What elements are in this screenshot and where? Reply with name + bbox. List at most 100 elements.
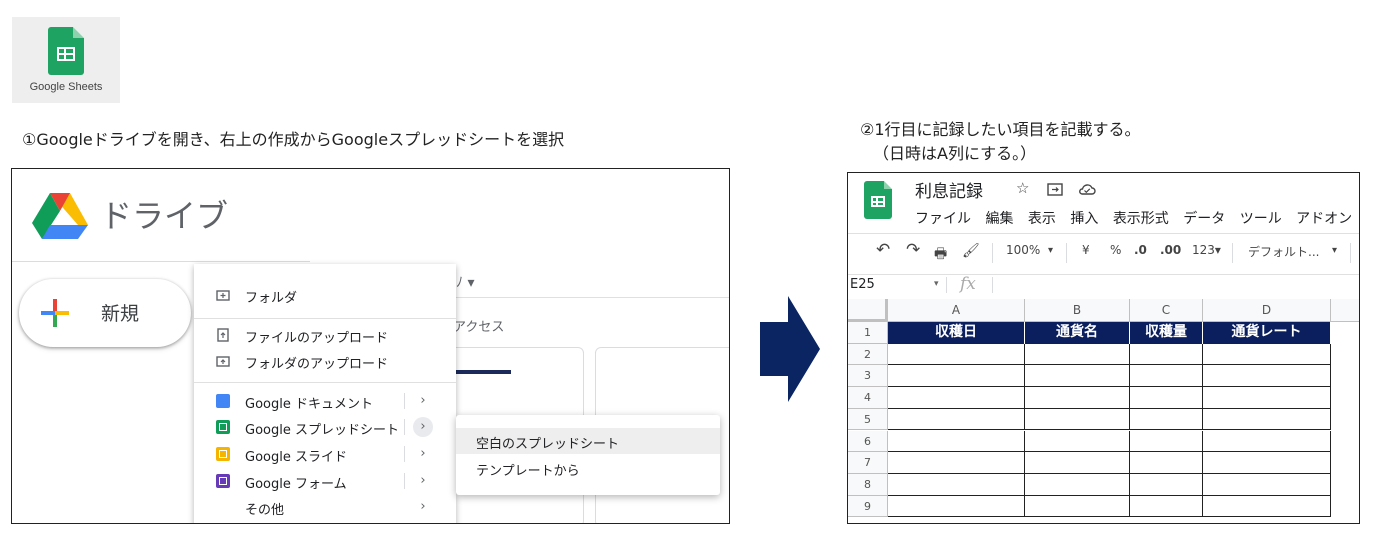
row-header-5[interactable]: 5 — [848, 408, 888, 431]
grid-cell[interactable] — [1025, 365, 1130, 388]
grid-cell[interactable] — [1130, 343, 1203, 366]
row-header-6[interactable]: 6 — [848, 430, 888, 453]
grid-cell[interactable] — [1203, 473, 1331, 496]
menu-item-file-upload[interactable]: ファイルのアップロード — [194, 322, 456, 348]
grid-cell[interactable] — [1025, 473, 1130, 496]
menu-insert[interactable]: 挿入 — [1070, 211, 1098, 227]
grid-cell[interactable] — [1130, 495, 1203, 518]
grid-cell[interactable] — [1130, 473, 1203, 496]
paint-format-icon[interactable]: 🖌 — [962, 243, 980, 259]
submenu-from-template[interactable]: テンプレートから — [456, 455, 720, 481]
grid-cell[interactable] — [1025, 430, 1130, 453]
menu-edit[interactable]: 編集 — [985, 211, 1013, 227]
row-header-8[interactable]: 8 — [848, 473, 888, 496]
folder-upload-icon — [216, 356, 230, 367]
grid-cell[interactable] — [1130, 387, 1203, 409]
header-cell[interactable]: 収穫日 — [888, 322, 1025, 344]
menu-item-folder[interactable]: フォルダ — [194, 282, 456, 308]
header-cell[interactable]: 収穫量 — [1130, 322, 1203, 344]
grid-cell[interactable] — [1203, 452, 1331, 474]
menu-item-google-docs[interactable]: Google ドキュメント › — [194, 388, 456, 414]
sheets-submenu: 空白のスプレッドシート テンプレートから — [456, 415, 720, 495]
currency-format-button[interactable]: ¥ — [1082, 243, 1090, 257]
undo-icon[interactable]: ↶ — [876, 240, 890, 260]
chevron-down-icon[interactable]: ▾ — [1332, 245, 1337, 256]
grid-cell[interactable] — [888, 430, 1025, 453]
increase-decimal-button[interactable]: .00 — [1160, 243, 1181, 257]
chevron-right-icon: › — [420, 499, 426, 514]
grid-cell[interactable] — [888, 343, 1025, 366]
menu-format[interactable]: 表示形式 — [1113, 211, 1169, 227]
grid-cell[interactable] — [1203, 495, 1331, 518]
column-header-b[interactable]: B — [1025, 299, 1130, 322]
star-icon[interactable]: ☆ — [1016, 179, 1029, 197]
column-header-c[interactable]: C — [1130, 299, 1203, 322]
grid-cell[interactable] — [1025, 452, 1130, 474]
column-header-d[interactable]: D — [1203, 299, 1331, 322]
grid-cell[interactable] — [1203, 430, 1331, 453]
document-title[interactable]: 利息記録 — [915, 177, 983, 202]
menu-file[interactable]: ファイル — [915, 211, 971, 227]
percent-format-button[interactable]: % — [1110, 243, 1121, 257]
chevron-down-icon[interactable]: ▾ — [1048, 245, 1053, 256]
grid-cell[interactable] — [1025, 408, 1130, 431]
menu-item-label: フォルダ — [245, 291, 298, 306]
grid-cell[interactable] — [1025, 387, 1130, 409]
print-icon[interactable]: 🖶 — [934, 243, 947, 267]
grid-cell[interactable] — [1130, 452, 1203, 474]
grid-cell[interactable] — [888, 365, 1025, 388]
folder-plus-icon — [216, 290, 230, 301]
grid-cell[interactable] — [1203, 387, 1331, 409]
grid-cell[interactable] — [1130, 430, 1203, 453]
column-header-e[interactable] — [1331, 299, 1359, 322]
menu-data[interactable]: データ — [1183, 211, 1225, 227]
row-header-3[interactable]: 3 — [848, 365, 888, 388]
arrow-right-icon — [760, 296, 820, 402]
move-folder-icon[interactable] — [1047, 182, 1063, 196]
menu-item-google-sheets[interactable]: Google スプレッドシート › — [194, 414, 456, 440]
menu-item-google-forms[interactable]: Google フォーム › — [194, 468, 456, 494]
grid-cell[interactable] — [1203, 408, 1331, 431]
row-header-1[interactable]: 1 — [848, 322, 888, 344]
header-cell[interactable]: 通貨名 — [1025, 322, 1130, 344]
menu-tools[interactable]: ツール — [1240, 211, 1282, 227]
select-all-corner[interactable] — [848, 299, 888, 322]
row-header-9[interactable]: 9 — [848, 495, 888, 518]
grid-cell[interactable] — [888, 387, 1025, 409]
menu-item-label: フォルダのアップロード — [245, 357, 389, 372]
column-header-a[interactable]: A — [888, 299, 1025, 322]
decrease-decimal-button[interactable]: .0 — [1134, 243, 1147, 257]
row-header-7[interactable]: 7 — [848, 452, 888, 474]
menu-view[interactable]: 表示 — [1028, 211, 1056, 227]
more-formats-button[interactable]: 123▾ — [1192, 243, 1221, 257]
chevron-down-icon[interactable]: ▾ — [934, 279, 939, 289]
grid-cell[interactable] — [888, 473, 1025, 496]
header-cell[interactable]: 通貨レート — [1203, 322, 1331, 344]
grid-cell[interactable] — [1130, 408, 1203, 431]
menu-addons[interactable]: アドオン — [1296, 211, 1352, 227]
submenu-blank-spreadsheet[interactable]: 空白のスプレッドシート — [456, 428, 720, 454]
grid-cell[interactable] — [888, 452, 1025, 474]
grid-cell[interactable] — [888, 408, 1025, 431]
zoom-select[interactable]: 100% — [1006, 243, 1040, 257]
font-select[interactable]: デフォルト... — [1248, 243, 1319, 260]
grid-cell[interactable] — [1025, 495, 1130, 518]
name-box[interactable]: E25 — [850, 277, 875, 292]
grid-cell[interactable] — [888, 495, 1025, 518]
cloud-status-icon[interactable] — [1078, 182, 1096, 196]
grid-cell[interactable] — [1203, 365, 1331, 388]
google-docs-icon — [216, 394, 230, 408]
sheets-screenshot: 利息記録 ☆ ファイル 編集 表示 挿入 表示形式 データ ツール アドオン ↶… — [847, 172, 1360, 524]
grid-cell[interactable] — [1130, 365, 1203, 388]
menu-item-label: Google フォーム — [245, 477, 347, 492]
grid-cell[interactable] — [1025, 343, 1130, 366]
grid-cell[interactable] — [1203, 343, 1331, 366]
fx-icon: fx — [960, 274, 976, 294]
menu-item-more[interactable]: その他 › — [194, 494, 456, 520]
redo-icon[interactable]: ↷ — [906, 240, 920, 260]
row-header-2[interactable]: 2 — [848, 343, 888, 366]
new-button[interactable]: 新規 — [19, 279, 191, 347]
menu-item-folder-upload[interactable]: フォルダのアップロード — [194, 348, 456, 374]
row-header-4[interactable]: 4 — [848, 387, 888, 409]
menu-item-google-slides[interactable]: Google スライド › — [194, 441, 456, 467]
